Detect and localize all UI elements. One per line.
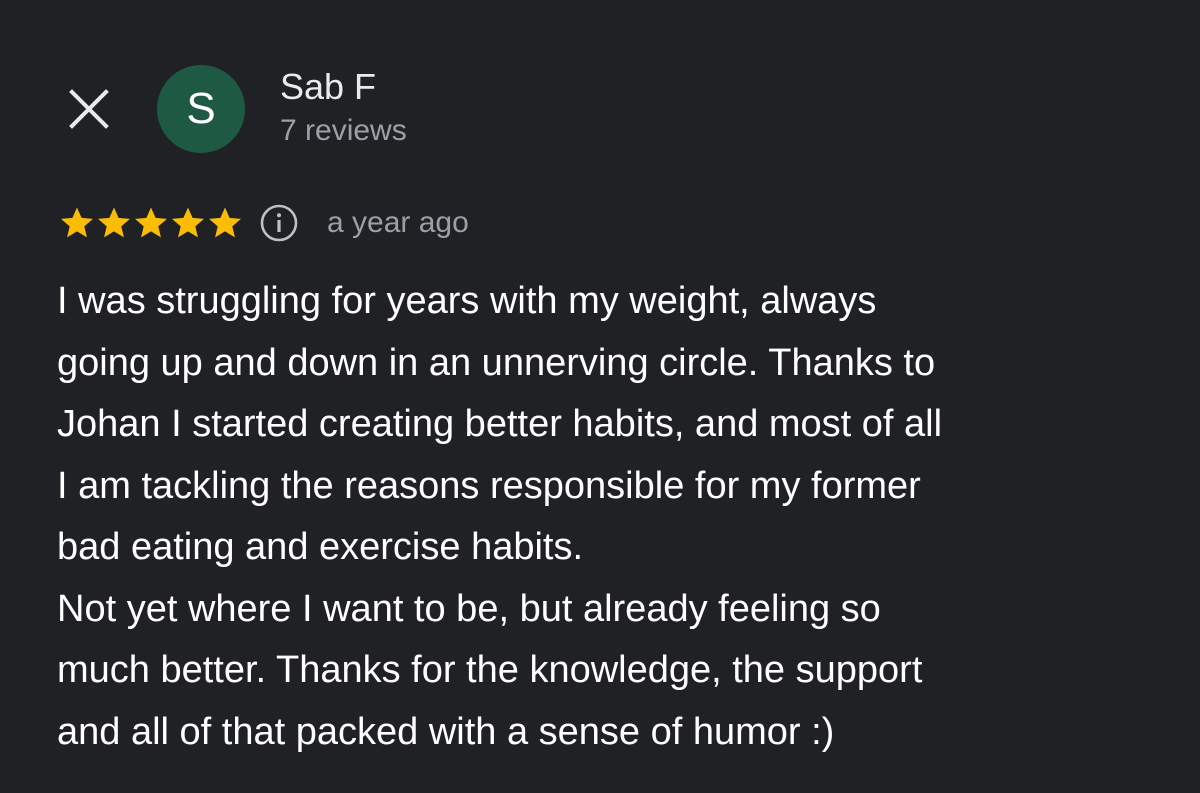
- star-icon: [98, 207, 130, 238]
- review-line: much better. Thanks for the knowledge, t…: [57, 649, 923, 691]
- star-icon: [172, 207, 204, 238]
- review-date: a year ago: [327, 206, 469, 239]
- reviewer-name[interactable]: Sab F: [280, 66, 376, 108]
- review-line: I am tackling the reasons responsible fo…: [57, 464, 921, 507]
- review-line: bad eating and exercise habits.: [57, 526, 584, 568]
- review-count: 7 reviews: [280, 114, 407, 147]
- review-header: S Sab F 7 reviews: [0, 0, 1200, 170]
- review-line: and all of that packed with a sense of h…: [57, 710, 835, 753]
- star-rating: [58, 204, 243, 242]
- rating-row: a year ago: [58, 200, 469, 246]
- review-text: I was struggling for years with my weigh…: [57, 271, 1167, 763]
- star-icon: [135, 207, 167, 238]
- star-icon: [209, 207, 241, 238]
- review-line: I was struggling for years with my weigh…: [57, 280, 877, 322]
- close-icon: [69, 89, 109, 129]
- review-line: going up and down in an unnerving circle…: [57, 341, 936, 384]
- star-icon: [61, 207, 93, 238]
- review-line: Not yet where I want to be, but already …: [57, 587, 881, 630]
- close-button[interactable]: [64, 84, 114, 134]
- info-icon[interactable]: [259, 203, 299, 243]
- review-card: S Sab F 7 reviews a year ago I was strug…: [0, 0, 1200, 793]
- review-line: Johan I started creating better habits, …: [57, 403, 943, 445]
- avatar[interactable]: S: [157, 65, 245, 153]
